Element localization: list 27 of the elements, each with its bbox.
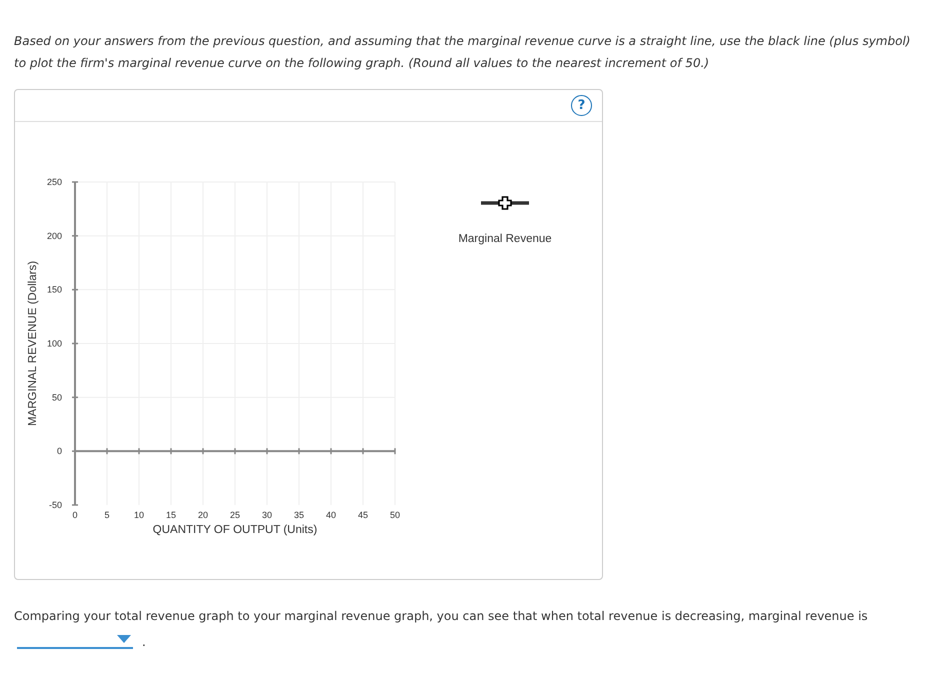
x-tick-label: 10: [134, 510, 144, 520]
legend-label: Marginal Revenue: [458, 233, 552, 245]
y-axis-title: MARGINAL REVENUE (Dollars): [27, 260, 39, 426]
x-axis-title: QUANTITY OF OUTPUT (Units): [152, 524, 318, 536]
y-tick-label: 200: [46, 230, 62, 241]
plus-line-tool[interactable]: [481, 196, 529, 210]
y-tick-label: 150: [46, 284, 62, 295]
x-tick-label: 25: [230, 510, 240, 520]
x-tick-label: 15: [166, 510, 176, 520]
x-tick-label: 30: [262, 510, 272, 520]
x-tick-label: 20: [198, 510, 208, 520]
y-tick-label: -50: [48, 500, 62, 510]
x-tick-label: 35: [294, 510, 304, 520]
x-tick-label: 50: [390, 510, 400, 520]
instructions-text: Based on your answers from the previous question, and assuming that the marginal revenue curve is a straight line, use the black line (plus symbol) to plot the firm's marginal revenue curve on the following graph. (Round all values to the nearest increment of 50.): [14, 33, 912, 72]
y-tick-label: 100: [46, 338, 62, 348]
trailing-period: .: [142, 635, 146, 649]
caret-icon: [117, 635, 131, 643]
y-tick-label: 50: [52, 392, 62, 402]
x-tick-label: 0: [72, 510, 78, 520]
x-tick-label: 5: [104, 510, 110, 520]
x-tick-label: 40: [326, 510, 336, 520]
help-button[interactable]: ?: [571, 95, 592, 116]
x-tick-label: 45: [358, 510, 368, 520]
question-text: Comparing your total revenue graph to your marginal revenue graph, you can see that when total revenue is decreasing, marginal revenue is: [14, 608, 869, 625]
y-tick-label: 0: [56, 446, 62, 456]
y-tick-label: 250: [46, 177, 62, 187]
